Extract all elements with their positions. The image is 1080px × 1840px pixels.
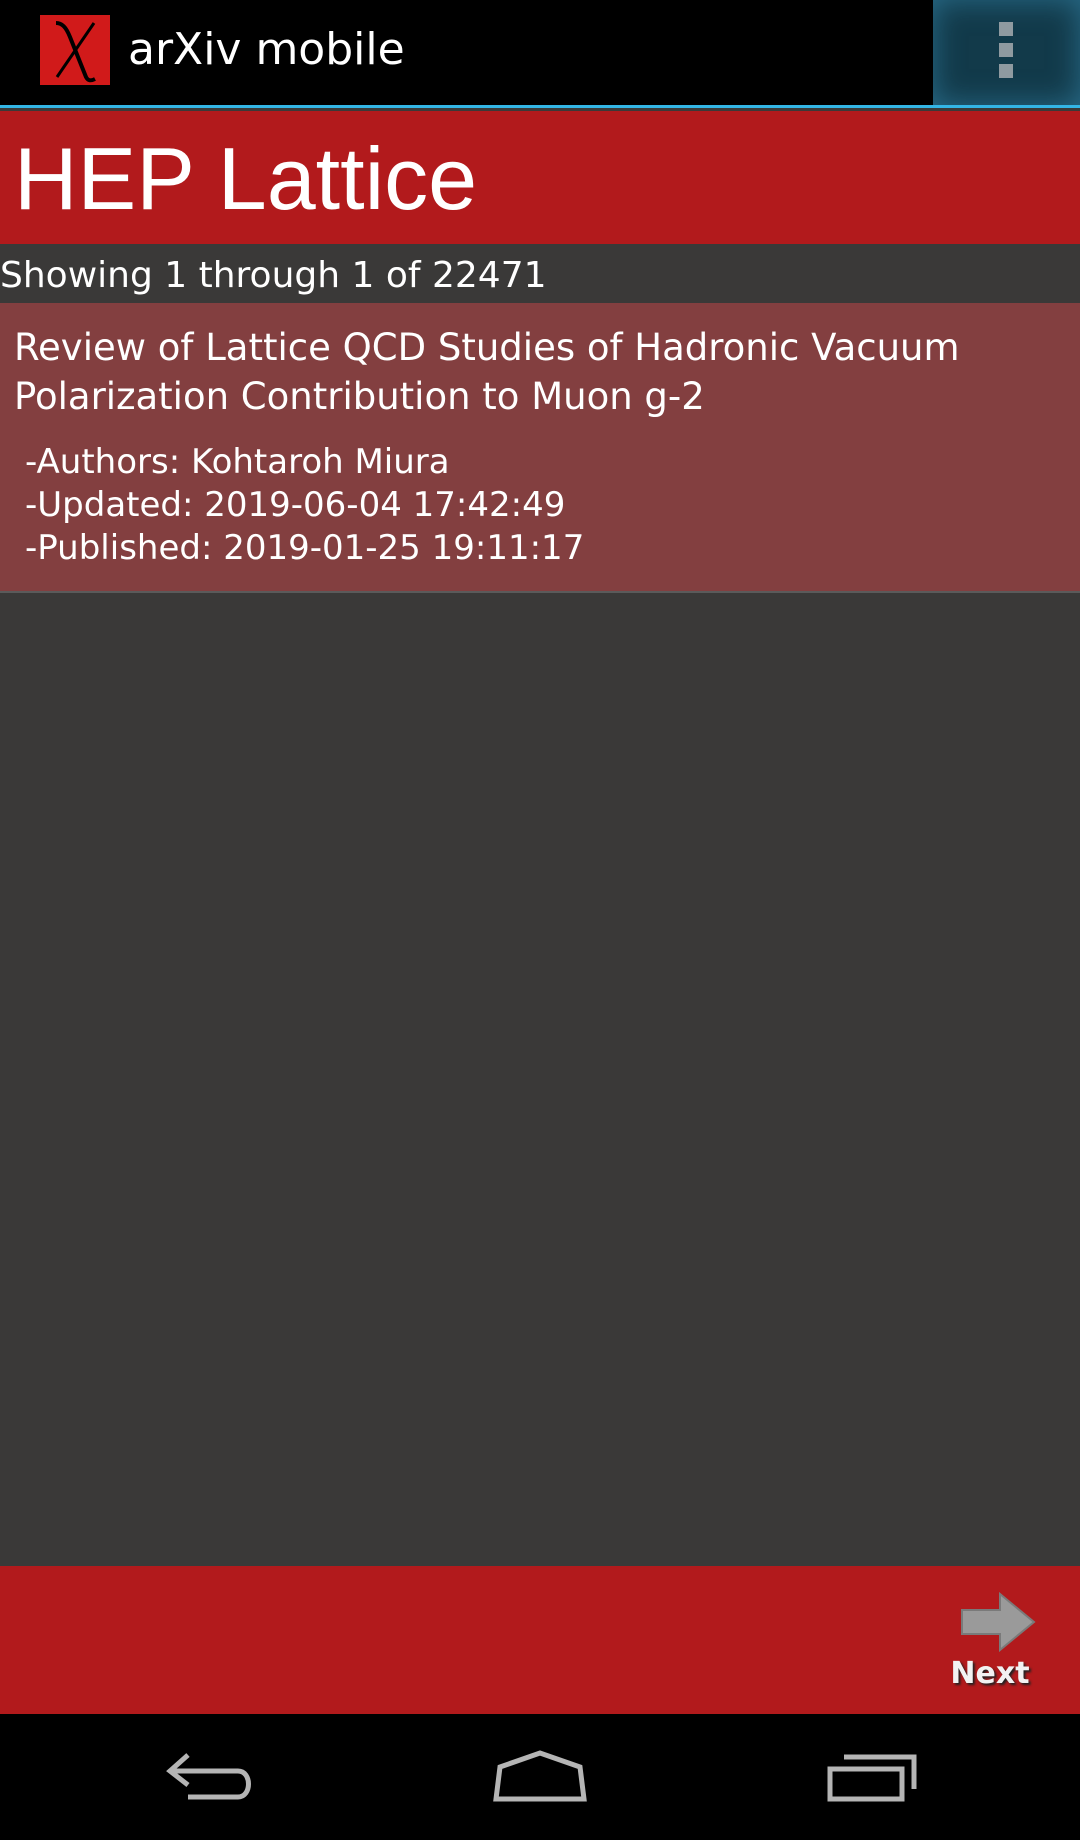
article-published: -Published: 2019-01-25 19:11:17 <box>25 528 585 568</box>
bottom-bar: Next <box>0 1566 1080 1714</box>
recents-icon <box>827 1754 917 1802</box>
action-bar: arXiv mobile <box>0 0 1080 108</box>
chi-logo-icon[interactable] <box>40 15 110 85</box>
recents-button[interactable] <box>772 1714 972 1840</box>
article-authors: -Authors: Kohtaroh Miura <box>25 442 450 482</box>
app-title: arXiv mobile <box>128 24 405 75</box>
navigation-bar <box>0 1714 1080 1840</box>
category-title: HEP Lattice <box>14 129 478 228</box>
next-label: Next <box>950 1656 1030 1691</box>
home-icon <box>493 1750 587 1802</box>
arrow-right-icon <box>961 1592 1036 1652</box>
article-title: Review of Lattice QCD Studies of Hadroni… <box>14 326 960 418</box>
back-button[interactable] <box>110 1714 310 1840</box>
back-icon <box>166 1753 251 1800</box>
results-count: Showing 1 through 1 of 22471 <box>0 255 547 296</box>
article-updated: -Updated: 2019-06-04 17:42:49 <box>25 485 566 525</box>
category-header: HEP Lattice <box>0 111 1080 244</box>
overflow-menu-icon <box>999 22 1013 78</box>
home-button[interactable] <box>440 1714 640 1840</box>
screen: arXiv mobile HEP Lattice Showing 1 throu… <box>0 0 1080 1840</box>
next-button[interactable]: Next <box>930 1592 1050 1702</box>
list-item[interactable]: Review of Lattice QCD Studies of Hadroni… <box>0 303 1080 593</box>
overflow-menu-button[interactable] <box>933 0 1080 105</box>
